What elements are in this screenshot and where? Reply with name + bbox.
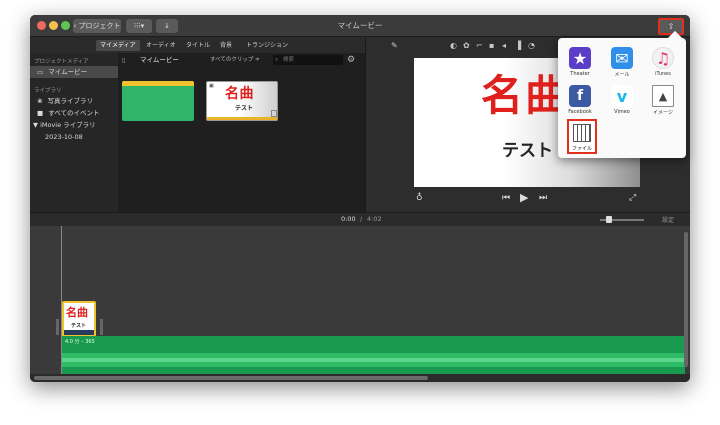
- volume-icon[interactable]: ◂: [502, 41, 506, 50]
- sidebar-item-my-movie[interactable]: ▭ マイムービー: [30, 66, 118, 78]
- film-icon: ▭: [37, 68, 44, 76]
- clip-handle-right[interactable]: [100, 319, 103, 335]
- clip-menu-icon[interactable]: [271, 110, 277, 117]
- share-itunes[interactable]: ♫ iTunes: [649, 47, 677, 77]
- share-facebook[interactable]: f Facebook: [566, 85, 594, 115]
- share-email[interactable]: ✉ メール: [608, 47, 636, 78]
- preview-title-text: 名曲: [481, 71, 570, 120]
- facebook-icon: f: [569, 85, 591, 107]
- crop-icon[interactable]: ⌐: [476, 41, 483, 50]
- play-icon[interactable]: ▶: [520, 191, 528, 204]
- library-header: ライブラリ: [34, 88, 62, 94]
- timeline-vertical-scrollbar[interactable]: [684, 232, 688, 367]
- total-duration: 4:02: [367, 215, 382, 223]
- zoom-slider-knob[interactable]: [606, 216, 612, 223]
- photos-icon: ❀: [37, 97, 43, 105]
- fullscreen-icon[interactable]: ⤢: [629, 193, 636, 203]
- scrollbar-thumb[interactable]: [34, 376, 428, 380]
- itunes-note-icon: ♫: [652, 47, 674, 69]
- tab-audio[interactable]: オーディオ: [142, 40, 180, 51]
- color-correction-icon[interactable]: ✿: [463, 41, 470, 50]
- vimeo-icon: v: [611, 85, 633, 107]
- sidebar-item-all-events[interactable]: ■ すべてのイベント: [30, 107, 118, 119]
- search-input[interactable]: ⌕ 検索: [273, 55, 343, 65]
- timeline-horizontal-scrollbar[interactable]: [30, 374, 690, 382]
- share-item-label: Vimeo: [614, 109, 630, 115]
- sidebar-toggle-icon[interactable]: ▯: [122, 53, 126, 67]
- sidebar-item-event-date[interactable]: 2023-10-08: [30, 131, 118, 143]
- image-icon: ▲: [652, 85, 674, 107]
- preview-subtitle-text: テスト: [502, 141, 553, 161]
- magic-wand-icon[interactable]: ✎: [391, 41, 398, 50]
- library-sidebar: プロジェクトメディア ▭ マイムービー ライブラリ ❀ 写真ライブラリ ■ すべ…: [30, 53, 118, 212]
- skip-forward-icon[interactable]: ⏭: [539, 193, 547, 203]
- background-music-track[interactable]: 4.0 分 – 365: [62, 336, 685, 376]
- share-item-label: メール: [614, 72, 630, 78]
- share-item-label: Facebook: [568, 109, 592, 115]
- stabilization-icon[interactable]: ▪: [489, 41, 494, 50]
- timeline: 名曲 テスト 4.0 分 – 365: [30, 226, 690, 376]
- search-icon: ⌕: [275, 57, 279, 63]
- settings-gear-icon[interactable]: ⚙: [347, 53, 355, 67]
- noise-reduction-icon[interactable]: ▐: [515, 41, 521, 50]
- share-vimeo[interactable]: v Vimeo: [608, 85, 636, 115]
- browser-toolbar: ▯ マイムービー すべてのクリップ ≑ ⌕ 検索 ⚙: [118, 53, 365, 67]
- sidebar-item-photos-library[interactable]: ❀ 写真ライブラリ: [30, 95, 118, 107]
- tab-transitions[interactable]: トランジション: [242, 40, 292, 51]
- playhead-time: 0:00: [341, 215, 356, 223]
- timeline-clip-title: 名曲: [66, 306, 88, 319]
- audio-waveform: [62, 353, 685, 367]
- share-image[interactable]: ▲ イメージ: [649, 85, 677, 116]
- share-item-label: Theater: [570, 71, 590, 77]
- media-browser: ▯ マイムービー すべてのクリップ ≑ ⌕ 検索 ⚙ ▣ 名曲 テスト: [118, 53, 365, 212]
- tab-backgrounds[interactable]: 背景: [216, 40, 236, 51]
- share-button[interactable]: ⇧: [658, 18, 684, 35]
- project-media-header: プロジェクトメディア: [34, 59, 89, 65]
- browser-tabs: マイメディア オーディオ タイトル 背景 トランジション: [30, 38, 365, 53]
- clip-filter-select[interactable]: すべてのクリップ ≑: [210, 53, 260, 67]
- sidebar-item-label: 写真ライブラリ: [47, 97, 94, 105]
- tab-my-media[interactable]: マイメディア: [96, 40, 140, 51]
- media-clip-green[interactable]: [122, 81, 194, 121]
- event-icon: ■: [37, 109, 44, 117]
- color-balance-icon[interactable]: ◐: [450, 41, 457, 50]
- clip-range-bar: [207, 117, 277, 120]
- tab-titles[interactable]: タイトル: [182, 40, 214, 51]
- share-theater[interactable]: ★ Theater: [566, 47, 594, 77]
- theater-star-icon: ★: [569, 47, 591, 69]
- sidebar-item-label: マイムービー: [48, 68, 88, 76]
- share-item-label: イメージ: [653, 110, 673, 116]
- search-placeholder: 検索: [283, 57, 295, 63]
- share-menu-popover: ★ Theater ✉ メール ♫ iTunes f Facebook v Vi…: [558, 38, 686, 158]
- skip-back-icon[interactable]: ⏮: [502, 193, 510, 203]
- sidebar-item-label: すべてのイベント: [48, 109, 100, 117]
- sidebar-item-imovie-library[interactable]: ▼ iMovie ライブラリ: [30, 119, 118, 131]
- share-icon: ⇧: [667, 22, 675, 31]
- speed-icon[interactable]: ◔: [528, 41, 535, 50]
- window-title: マイムービー: [337, 21, 383, 30]
- mail-icon: ✉: [611, 47, 633, 69]
- timeline-title-clip[interactable]: 名曲 テスト: [62, 301, 96, 337]
- clip-title-text: 名曲: [225, 86, 254, 102]
- clip-handle-left[interactable]: [56, 319, 59, 335]
- media-clip-title[interactable]: ▣ 名曲 テスト: [206, 81, 278, 121]
- share-item-label: iTunes: [655, 71, 671, 77]
- film-strip-icon: [573, 124, 591, 142]
- timeline-clip-subtitle: テスト: [71, 323, 87, 329]
- clip-subtitle-text: テスト: [235, 105, 254, 112]
- timeline-header: 0:00 / 4:02 設定: [30, 212, 690, 226]
- timeline-clip-footer: [64, 330, 94, 335]
- zoom-slider[interactable]: [600, 216, 644, 223]
- share-item-label: ファイル: [571, 146, 592, 152]
- timeline-settings-button[interactable]: 設定: [662, 215, 674, 224]
- title-bar: ‹ プロジェクト ⁝⁝⁝▾ ↓ マイムービー ⇧: [30, 15, 690, 37]
- browser-title: マイムービー: [140, 56, 179, 64]
- share-file[interactable]: ファイル: [567, 119, 597, 154]
- time-separator: /: [360, 215, 363, 223]
- microphone-icon[interactable]: ♁: [416, 193, 423, 203]
- camera-icon: ▣: [209, 83, 214, 89]
